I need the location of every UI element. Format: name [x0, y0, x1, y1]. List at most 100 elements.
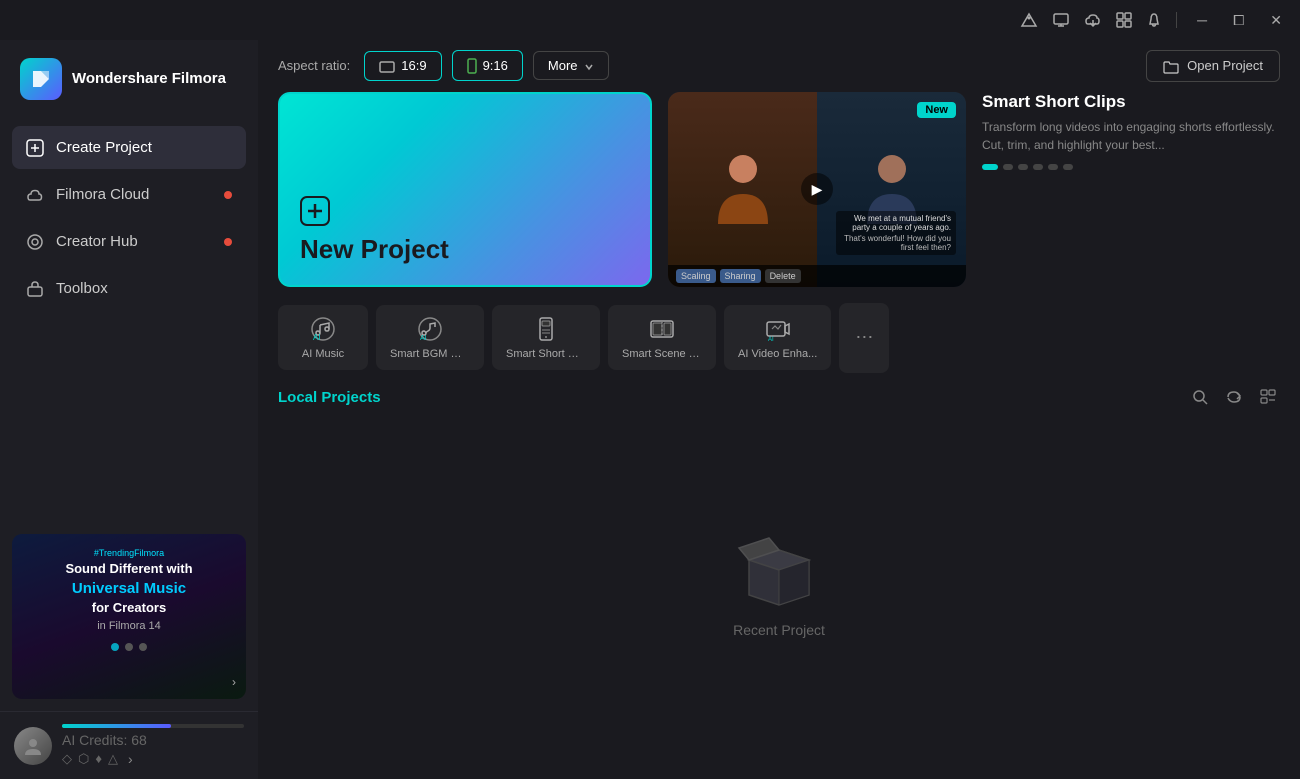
tool-more-button[interactable]: ⋯ [839, 303, 889, 373]
close-button[interactable]: ✕ [1264, 10, 1288, 31]
sidebar-nav: Create Project Filmora Cloud [0, 118, 258, 522]
sidebar: Wondershare Filmora Create Project [0, 40, 258, 779]
empty-state: Recent Project [258, 423, 1300, 779]
filmora-cloud-dot [224, 191, 232, 199]
featured-tag-1: Scaling [676, 269, 716, 283]
toolbox-icon [26, 278, 44, 299]
new-project-card[interactable]: New Project [278, 92, 652, 287]
top-bar: Aspect ratio: 16:9 9:16 More [258, 40, 1300, 92]
featured-tag-delete[interactable]: Delete [765, 269, 801, 283]
title-bar-divider [1176, 12, 1177, 28]
aspect-169-button[interactable]: 16:9 [364, 51, 441, 81]
open-project-label: Open Project [1187, 58, 1263, 73]
sidebar-logo: Wondershare Filmora [0, 40, 258, 118]
more-label: More [548, 58, 578, 73]
tool-smart-short-label: Smart Short Cli... [506, 348, 586, 360]
feature-title: Smart Short Clips [982, 92, 1280, 112]
featured-new-badge: New [917, 102, 956, 118]
feature-dot-3[interactable] [1018, 164, 1028, 170]
view-toggle-button[interactable] [1256, 385, 1280, 411]
user-icons: AI Credits: 68 [62, 732, 244, 748]
main-layout: Wondershare Filmora Create Project [0, 40, 1300, 779]
tool-ai-video-enhance[interactable]: AI AI Video Enha... [724, 305, 831, 370]
tool-smart-short[interactable]: Smart Short Cli... [492, 305, 600, 370]
toolbar-strip: AI AI Music AI Smart BGM Ge... [258, 303, 1300, 385]
sidebar-ad: #TrendingFilmora Sound Different with Un… [12, 534, 246, 699]
feature-dot-4[interactable] [1033, 164, 1043, 170]
sidebar-item-creator-hub[interactable]: Creator Hub [12, 220, 246, 263]
featured-panel: ▶ New Scaling Sharing Delete We met at a… [668, 92, 966, 287]
feature-dot-6[interactable] [1063, 164, 1073, 170]
tool-smart-scene-cut[interactable]: Smart Scene Cut [608, 305, 716, 370]
feature-dot-2[interactable] [1003, 164, 1013, 170]
featured-bottom-bar: Scaling Sharing Delete [668, 265, 966, 287]
user-action-3[interactable]: ♦ [95, 751, 102, 767]
smart-short-icon [533, 315, 559, 342]
feature-desc-panel: Smart Short Clips Transform long videos … [982, 92, 1280, 287]
ai-video-enhance-icon: AI [765, 315, 791, 342]
user-avatar [14, 727, 52, 765]
user-action-2[interactable]: ⬡ [78, 751, 89, 767]
user-progress-bar [62, 724, 244, 728]
smart-bgm-icon: AI [417, 315, 443, 342]
tool-smart-scene-cut-label: Smart Scene Cut [622, 348, 702, 360]
feature-dot-1[interactable] [982, 164, 998, 170]
cloud-icon[interactable] [1084, 11, 1102, 29]
user-info: AI Credits: 68 ◇ ⬡ ♦ △ › [62, 724, 244, 767]
feature-dots [982, 164, 1280, 170]
tool-ai-music[interactable]: AI AI Music [278, 305, 368, 370]
phone-aspect-icon [467, 57, 477, 74]
bell-icon[interactable] [1146, 11, 1162, 29]
maximize-button[interactable]: ⧠ [1227, 10, 1250, 31]
project-area: New Project [258, 92, 1300, 303]
featured-info: We met at a mutual friend's party a coup… [836, 211, 956, 255]
sidebar-item-label-create: Create Project [56, 139, 152, 156]
new-project-label: New Project [300, 234, 630, 265]
featured-people: ▶ New Scaling Sharing Delete We met at a… [668, 92, 966, 287]
sidebar-ad-content: #TrendingFilmora Sound Different with Un… [12, 534, 246, 699]
creator-hub-icon [26, 231, 44, 252]
user-progress-fill [62, 724, 171, 728]
signal-icon[interactable] [1020, 11, 1038, 29]
sidebar-ad-title: Sound Different with Universal Music for… [26, 560, 232, 635]
aspect-916-label: 9:16 [483, 58, 508, 73]
monitor-icon[interactable] [1052, 11, 1070, 29]
content-area: Aspect ratio: 16:9 9:16 More [258, 40, 1300, 779]
ai-music-icon: AI [310, 315, 336, 342]
local-projects-title: Local Projects [278, 389, 381, 406]
svg-text:AI: AI [768, 337, 774, 342]
user-action-4[interactable]: △ [108, 751, 118, 767]
svg-text:AI: AI [420, 335, 427, 342]
minimize-button[interactable]: ─ [1191, 10, 1213, 30]
grid-icon[interactable] [1116, 11, 1132, 29]
aspect-916-button[interactable]: 9:16 [452, 50, 523, 81]
sidebar-item-label-cloud: Filmora Cloud [56, 186, 149, 203]
sidebar-ad-hashtag: #TrendingFilmora [26, 548, 232, 558]
title-bar: ─ ⧠ ✕ [0, 0, 1300, 40]
more-chevron-icon [584, 58, 594, 73]
featured-play-button[interactable]: ▶ [801, 173, 833, 205]
feature-dot-5[interactable] [1048, 164, 1058, 170]
more-aspect-button[interactable]: More [533, 51, 609, 80]
creator-hub-dot [224, 238, 232, 246]
search-projects-button[interactable] [1188, 385, 1212, 411]
local-projects-actions [1188, 385, 1280, 411]
refresh-projects-button[interactable] [1222, 385, 1246, 411]
user-more-arrow[interactable]: › [128, 751, 133, 767]
tool-smart-bgm[interactable]: AI Smart BGM Ge... [376, 305, 484, 370]
app-name: Wondershare Filmora [72, 69, 226, 89]
sidebar-item-toolbox[interactable]: Toolbox [12, 267, 246, 310]
more-dots-icon: ⋯ [855, 327, 873, 348]
feature-description: Transform long videos into engaging shor… [982, 118, 1280, 154]
smart-scene-cut-icon [649, 315, 675, 342]
user-action-1[interactable]: ◇ [62, 751, 72, 767]
open-project-button[interactable]: Open Project [1146, 50, 1280, 82]
local-projects-header: Local Projects [258, 385, 1300, 423]
sidebar-user: AI Credits: 68 ◇ ⬡ ♦ △ › [0, 711, 258, 779]
monitor-aspect-icon [379, 58, 395, 74]
aspect-169-label: 16:9 [401, 58, 426, 73]
sidebar-item-filmora-cloud[interactable]: Filmora Cloud [12, 173, 246, 216]
open-project-folder-icon [1163, 58, 1179, 74]
sidebar-item-create-project[interactable]: Create Project [12, 126, 246, 169]
svg-text:AI: AI [313, 333, 321, 342]
